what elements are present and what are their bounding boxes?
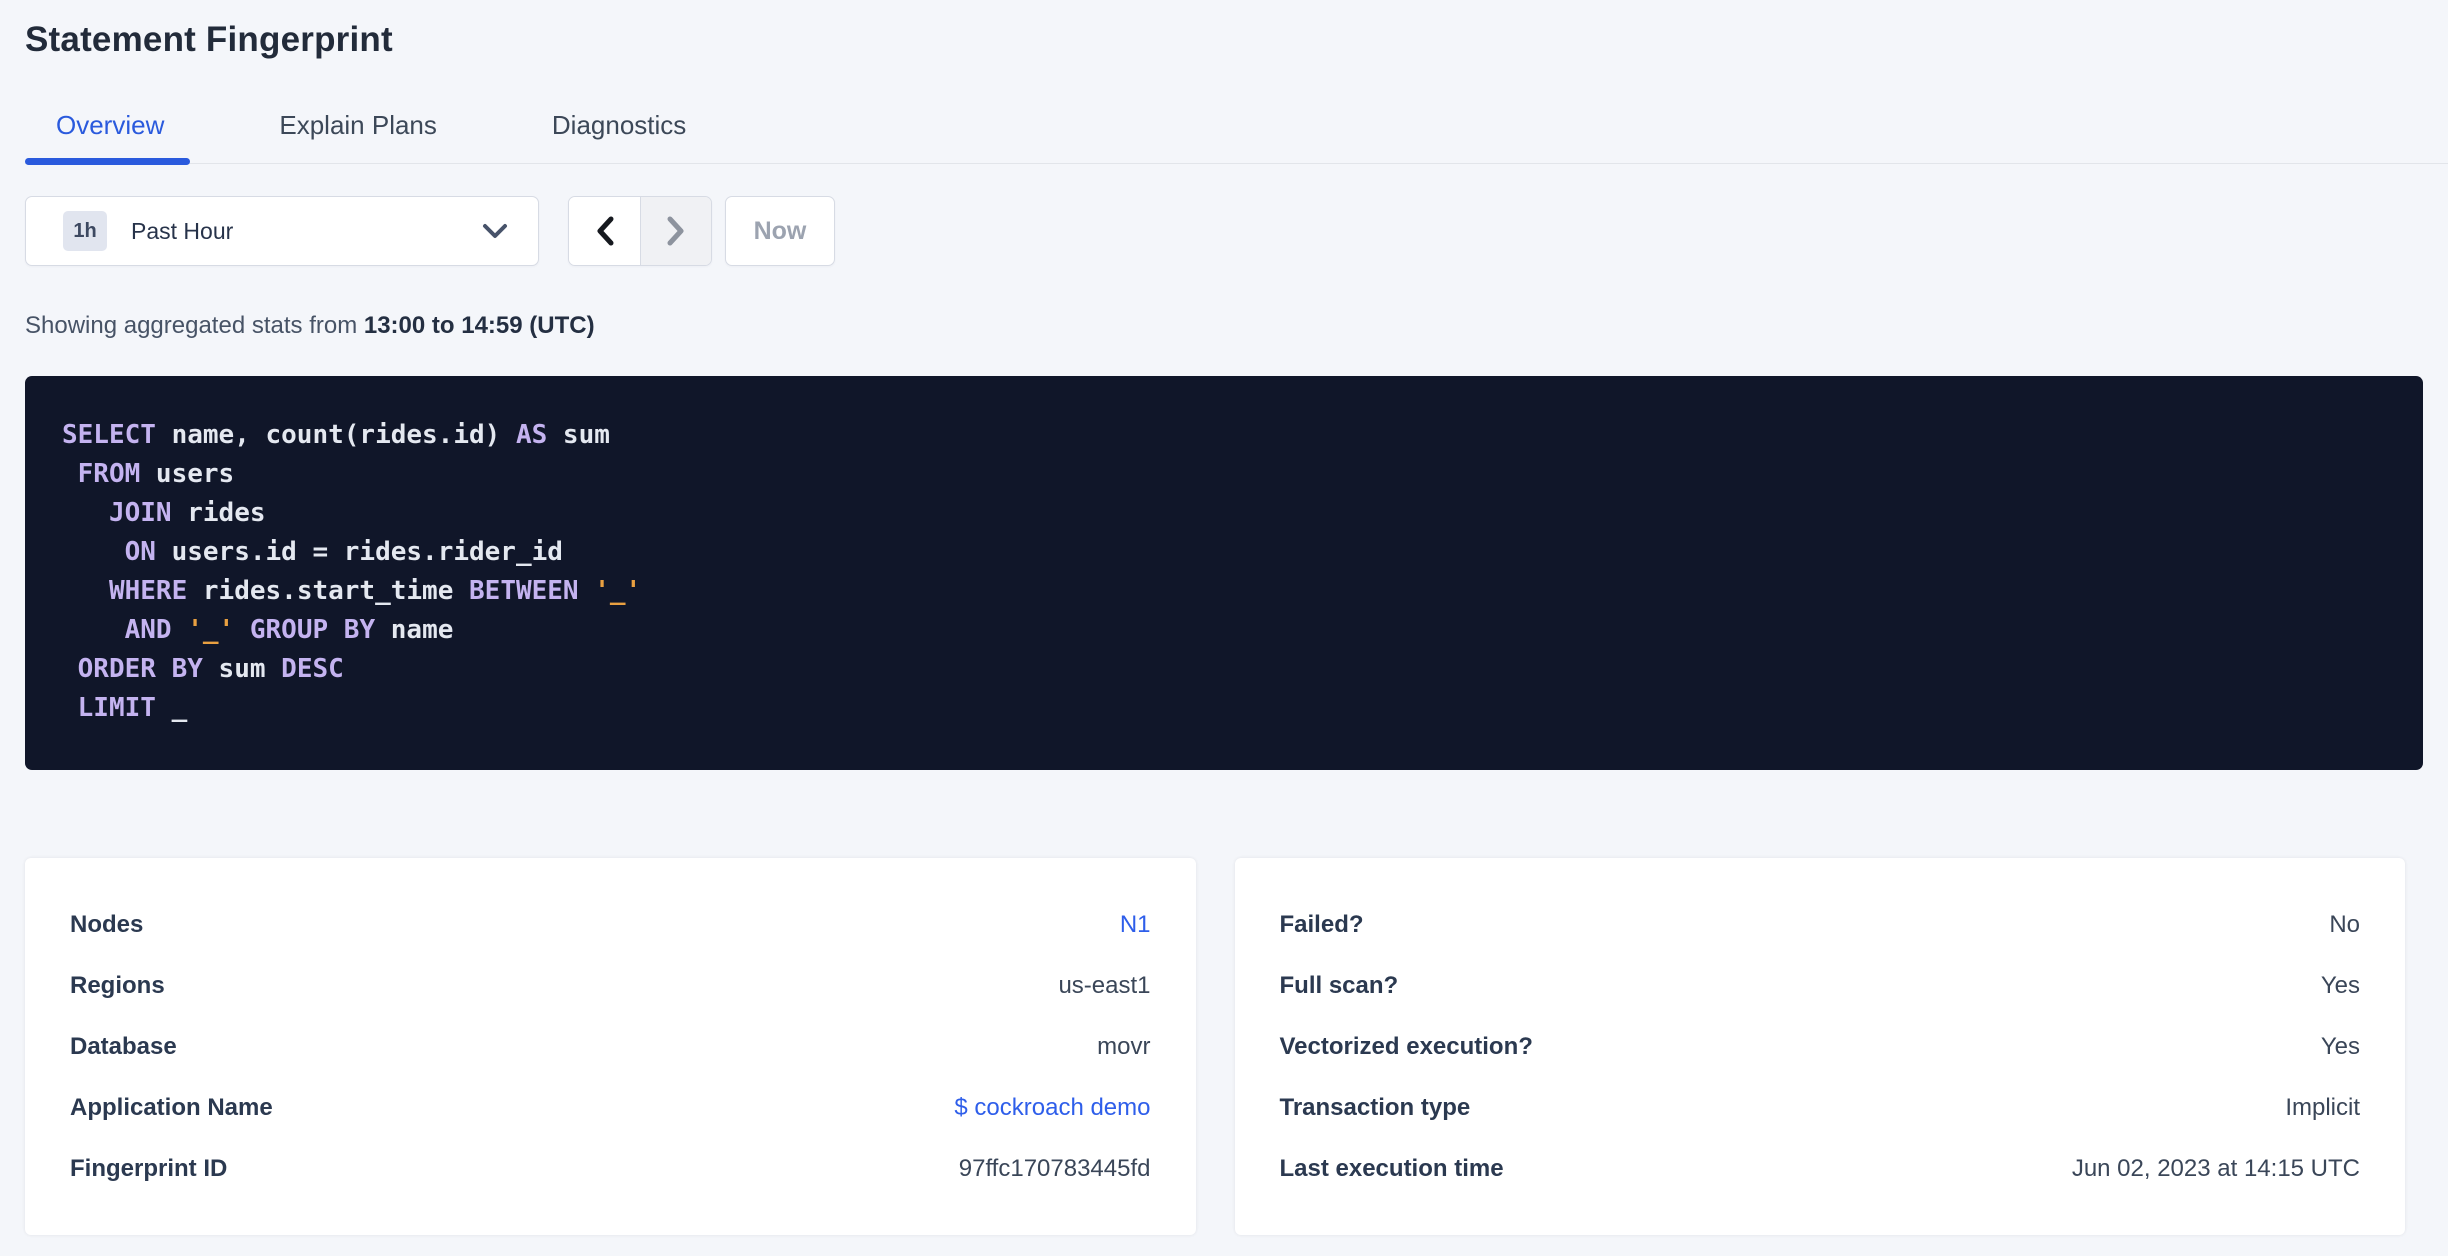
- info-value-link[interactable]: N1: [1120, 911, 1151, 939]
- info-value: No: [2329, 910, 2360, 938]
- info-value: Implicit: [2285, 1093, 2360, 1121]
- info-label: Database: [70, 1032, 177, 1060]
- info-label: Last execution time: [1279, 1154, 1504, 1182]
- info-row: Nodes N1: [70, 894, 1151, 955]
- info-row: Failed? No: [1280, 894, 2361, 955]
- chevron-down-icon: [482, 223, 508, 239]
- statement-details-card: Nodes N1 Regions us-east1 Database movr Applic…: [25, 858, 1196, 1235]
- info-label: Regions: [70, 971, 165, 999]
- sql-line: WHERE rides.start_time BETWEEN '_': [108, 576, 642, 606]
- aggregated-stats-caption: Showing aggregated stats from 13:00 to 1…: [25, 312, 2423, 340]
- sql-line: SELECT name, count(rides.id) AS sum: [62, 420, 610, 450]
- chevron-right-icon: [667, 216, 685, 246]
- sql-line: AND '_' GROUP BY name: [124, 615, 454, 645]
- prev-time-button[interactable]: [569, 197, 640, 265]
- now-button[interactable]: Now: [725, 196, 835, 266]
- info-row: Last execution time Jun 02, 2023 at 14:15…: [1280, 1138, 2361, 1199]
- tab-bar: Overview Explain Plans Diagnostics: [24, 110, 2448, 165]
- time-pager: [568, 196, 712, 266]
- chevron-left-icon: [596, 216, 614, 246]
- info-value-link[interactable]: $ cockroach demo: [954, 1094, 1150, 1122]
- tab-diagnostics[interactable]: Diagnostics: [552, 110, 686, 163]
- info-value: Yes: [2320, 971, 2360, 999]
- info-row: Application Name $ cockroach demo: [70, 1077, 1151, 1138]
- info-label: Nodes: [70, 910, 144, 938]
- info-label: Application Name: [70, 1093, 273, 1121]
- time-range-badge: 1h: [63, 211, 107, 251]
- sql-statement-box: SELECT name, count(rides.id) AS sum FROM…: [25, 376, 2423, 770]
- info-row: Fingerprint ID 97ffc170783445fd: [70, 1138, 1151, 1199]
- info-value: us-east1: [1058, 971, 1151, 999]
- info-label: Failed?: [1279, 910, 1364, 938]
- info-label: Full scan?: [1279, 971, 1399, 999]
- tab-overview[interactable]: Overview: [24, 110, 191, 165]
- next-time-button[interactable]: [640, 197, 711, 265]
- info-value: Yes: [2320, 1032, 2360, 1060]
- sql-line: LIMIT _: [77, 693, 188, 723]
- sql-line: ORDER BY sum DESC: [77, 654, 344, 684]
- time-range-label: Past Hour: [131, 217, 234, 244]
- info-value: 97ffc170783445fd: [958, 1154, 1151, 1182]
- page-title: Statement Fingerprint: [25, 20, 393, 59]
- sql-line: JOIN rides: [108, 498, 266, 528]
- tab-explain-plans[interactable]: Explain Plans: [279, 110, 437, 163]
- info-label: Vectorized execution?: [1279, 1032, 1533, 1060]
- info-label: Fingerprint ID: [70, 1154, 228, 1182]
- stats-caption-range: 13:00 to 14:59 (UTC): [363, 312, 595, 339]
- info-value: movr: [1097, 1032, 1151, 1060]
- info-row: Database movr: [70, 1016, 1151, 1077]
- sql-line: FROM users: [77, 459, 235, 489]
- stats-caption-prefix: Showing aggregated stats from: [25, 312, 364, 339]
- info-row: Transaction type Implicit: [1280, 1077, 2361, 1138]
- statement-fingerprint-page: Statement Fingerprint Overview Explain Pl…: [0, 0, 2448, 1235]
- info-row: Full scan? Yes: [1280, 955, 2361, 1016]
- info-row: Regions us-east1: [70, 955, 1151, 1016]
- time-controls: 1h Past Hour Now: [25, 196, 2423, 266]
- info-value: Jun 02, 2023 at 14:15 UTC: [2071, 1154, 2360, 1182]
- summary-cards: Nodes N1 Regions us-east1 Database movr Applic…: [25, 858, 2405, 1235]
- sql-line: ON users.id = rides.rider_id: [124, 537, 563, 567]
- time-range-dropdown[interactable]: 1h Past Hour: [25, 196, 539, 266]
- execution-attributes-card: Failed? No Full scan? Yes Vectorized executi…: [1234, 858, 2405, 1235]
- info-row: Vectorized execution? Yes: [1280, 1016, 2361, 1077]
- info-label: Transaction type: [1279, 1093, 1471, 1121]
